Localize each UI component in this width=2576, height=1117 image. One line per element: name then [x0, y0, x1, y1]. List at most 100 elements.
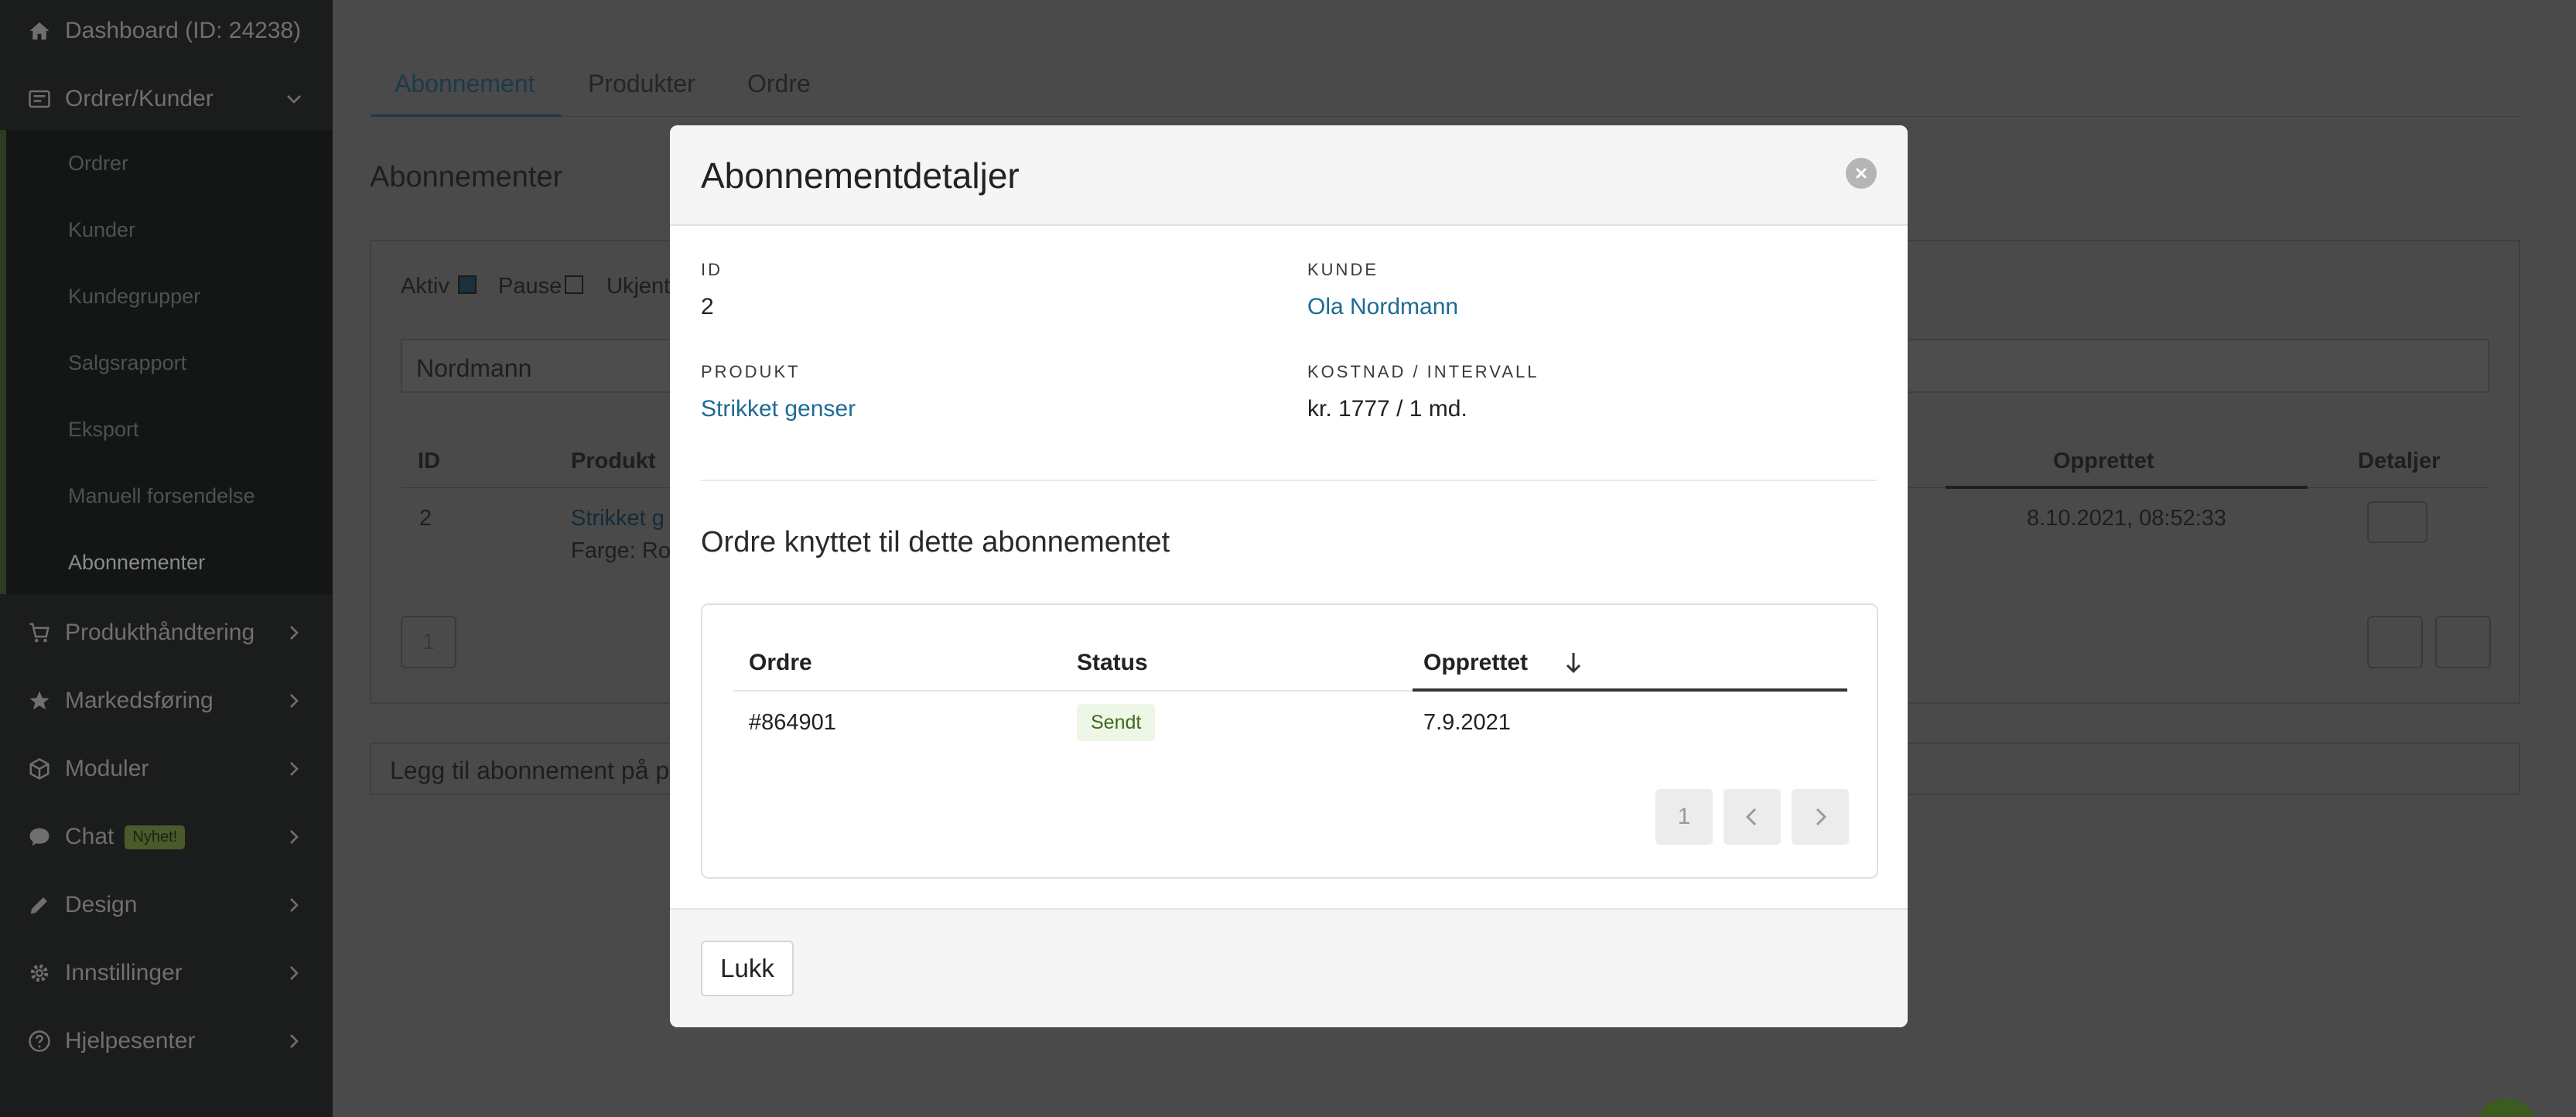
chevron-right-icon [290, 626, 299, 640]
column-header-created[interactable]: Opprettet [2053, 449, 2154, 474]
filter-active-checkbox[interactable] [458, 275, 477, 294]
filter-pause-checkbox[interactable] [565, 275, 583, 294]
sidebar-item-help[interactable]: Hjelpesenter [0, 1018, 333, 1064]
filter-unknown-label: Ukjent [606, 274, 671, 299]
row-id: 2 [419, 506, 432, 531]
sidebar-item-product-handling[interactable]: Produkthåndtering [0, 610, 333, 656]
page-number: 1 [422, 630, 436, 654]
help-icon [26, 1028, 53, 1054]
home-icon [26, 18, 53, 44]
row-created: 8.10.2021, 08:52:33 [2027, 506, 2227, 531]
submenu-indicator [0, 130, 6, 594]
new-badge: Nyhet! [125, 825, 186, 849]
sidebar-subitem-manual-shipping[interactable]: Manuell forsendelse [68, 484, 255, 508]
sidebar-item-label: Design [65, 892, 138, 917]
cost-interval-label: KOSTNAD / INTERVALL [1307, 362, 1539, 381]
product-label: PRODUKT [701, 362, 801, 381]
sort-indicator [1946, 486, 2308, 489]
modal-title: Abonnementdetaljer [701, 155, 1020, 196]
chevron-down-icon [287, 95, 301, 104]
sidebar-item-label: Chat [65, 824, 114, 849]
sidebar-item-chat[interactable]: Chat Nyhet! [0, 814, 333, 860]
filter-pause-label: Pause [498, 274, 562, 299]
row-product-link[interactable]: Strikket g [571, 506, 664, 531]
tab-orders[interactable]: Ordre [747, 70, 811, 98]
column-header-id: ID [418, 449, 440, 473]
chevron-left-icon [1745, 808, 1757, 826]
customer-label: KUNDE [1307, 260, 1379, 279]
order-created: 7.9.2021 [1423, 710, 1511, 735]
close-icon [1856, 168, 1867, 179]
sidebar-subitem-customer-groups[interactable]: Kundegrupper [68, 285, 200, 309]
tab-divider [371, 116, 2522, 117]
tab-products[interactable]: Produkter [588, 70, 695, 98]
sidebar-item-label: Produkthåndtering [65, 620, 255, 645]
next-page-button[interactable] [1792, 789, 1849, 845]
filter-active-label: Aktiv [401, 274, 449, 299]
chevron-right-icon [290, 966, 299, 980]
page-button[interactable]: 1 [1655, 789, 1713, 845]
sidebar: Dashboard (ID: 24238) Ordrer/Kunder Ordr… [0, 0, 333, 1117]
sort-indicator [1413, 688, 1847, 692]
close-button[interactable] [1846, 158, 1877, 189]
chevron-right-icon [290, 898, 299, 912]
prev-page-button[interactable] [2367, 616, 2423, 668]
pencil-icon [26, 892, 53, 918]
orders-section-title: Ordre knyttet til dette abonnementet [701, 526, 1170, 558]
close-modal-button[interactable]: Lukk [701, 941, 794, 996]
sidebar-item-label: Dashboard (ID: 24238) [65, 18, 302, 43]
tab-subscription[interactable]: Abonnement [395, 70, 535, 98]
id-label: ID [701, 260, 723, 279]
sidebar-item-orders-customers[interactable]: Ordrer/Kunder [0, 76, 333, 122]
status-badge: Sendt [1077, 704, 1156, 741]
sort-down-arrow-icon [1566, 653, 1581, 674]
sidebar-item-marketing[interactable]: Markedsføring [0, 678, 333, 724]
column-header-status: Status [1077, 650, 1148, 675]
gear-icon [26, 960, 53, 986]
sidebar-item-settings[interactable]: Innstillinger [0, 950, 333, 996]
modal-footer: Lukk [670, 908, 1908, 1027]
subscription-details-modal: Abonnementdetaljer ID 2 KUNDE Ola Nordma… [670, 125, 1908, 1027]
column-header-created[interactable]: Opprettet [1423, 650, 1528, 676]
chevron-right-icon [290, 762, 299, 776]
sidebar-subitem-export[interactable]: Eksport [68, 418, 139, 442]
chevron-right-icon [1816, 808, 1827, 826]
column-header-details: Detaljer [2358, 449, 2441, 473]
sidebar-item-label: Markedsføring [65, 688, 214, 713]
sidebar-subitem-subscriptions[interactable]: Abonnementer [68, 551, 205, 575]
chat-bubble-icon [26, 824, 53, 850]
tab-active-indicator [371, 114, 562, 117]
id-value: 2 [701, 294, 714, 319]
next-page-button[interactable] [2435, 616, 2491, 668]
row-variant: Farge: Ros [571, 538, 682, 563]
divider [701, 480, 1877, 481]
cart-icon [26, 620, 53, 646]
details-button[interactable] [2367, 501, 2427, 543]
page-title: Abonnementer [370, 161, 563, 193]
product-link[interactable]: Strikket genser [701, 396, 856, 422]
orders-card: Ordre Status Opprettet #864901 Sendt 7.9… [701, 603, 1878, 879]
sidebar-item-label: Ordrer/Kunder [65, 86, 214, 111]
order-link[interactable]: #864901 [749, 710, 836, 736]
column-header-product: Produkt [571, 449, 656, 473]
add-subscription-label: Legg til abonnement på p [390, 757, 670, 784]
sidebar-item-modules[interactable]: Moduler [0, 746, 333, 792]
sidebar-item-label: Moduler [65, 756, 149, 781]
sidebar-subitem-sales-report[interactable]: Salgsrapport [68, 351, 186, 375]
prev-page-button[interactable] [1724, 789, 1781, 845]
chevron-right-icon [290, 830, 299, 844]
star-icon [26, 688, 53, 714]
chevron-right-icon [290, 1034, 299, 1048]
modal-header: Abonnementdetaljer [670, 125, 1908, 226]
column-header-order: Ordre [749, 650, 812, 675]
cube-icon [26, 756, 53, 782]
cost-interval-value: kr. 1777 / 1 md. [1307, 396, 1467, 422]
sidebar-item-design[interactable]: Design [0, 882, 333, 928]
sidebar-subitem-orders[interactable]: Ordrer [68, 152, 128, 176]
sidebar-item-label: Innstillinger [65, 960, 183, 985]
sidebar-subitem-customers[interactable]: Kunder [68, 218, 135, 242]
chevron-right-icon [290, 694, 299, 708]
customer-link[interactable]: Ola Nordmann [1307, 294, 1458, 320]
sidebar-item-dashboard[interactable]: Dashboard (ID: 24238) [0, 8, 333, 54]
list-icon [26, 86, 53, 112]
